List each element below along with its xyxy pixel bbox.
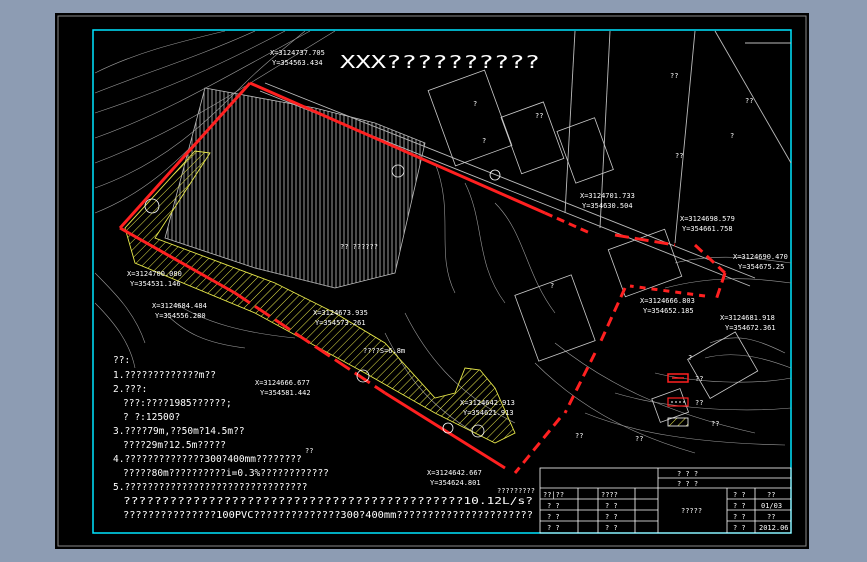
map-label: ?? (575, 432, 583, 440)
title-block-cell: ? ? (547, 524, 560, 532)
title-block-cell: ??|?? (543, 491, 564, 499)
note-line: ????29m?12.5m????? (123, 440, 226, 451)
title-block-cell: ? ? (547, 513, 560, 521)
site-plan-drawing: XXX?????????? X=3124737.705 Y=354563.434… (57, 15, 807, 547)
note-line: ???????????????100PVC??????????????300?4… (123, 510, 533, 521)
coord-y: Y=354661.758 (682, 225, 733, 233)
coord-y: Y=354581.442 (260, 389, 311, 397)
legend-label: ?? (711, 420, 719, 428)
park-label: ?? ?????? (340, 243, 378, 251)
title-block-cell: ? ? (733, 513, 746, 521)
coord-x: X=3124673.935 (313, 309, 368, 317)
coord-y: Y=354621.913 (463, 409, 514, 417)
note-line: 2.???: (113, 384, 147, 395)
coord-x: X=3124642.913 (460, 399, 515, 407)
note-line: ? ?:12500? (123, 412, 180, 423)
drawing-title: XXX?????????? (340, 52, 540, 73)
coord-y: Y=354563.434 (272, 59, 323, 67)
title-block-mid: ? ? ? (677, 480, 698, 488)
note-line: 4.??????????????300?400mm???????? (113, 454, 302, 465)
map-label: ?? (670, 72, 678, 80)
coord-x: X=3124684.484 (152, 302, 207, 310)
notes-header: ??: (113, 355, 130, 366)
note-line: ?????80m??????????i=0.3%???????????? (123, 468, 329, 479)
coord-x: X=3124666.803 (640, 297, 695, 305)
title-block-cell: ?? (767, 513, 775, 521)
title-block-cell: ? ? (733, 524, 746, 532)
title-block-center: ????? (681, 507, 702, 515)
coord-x: X=3124690.470 (733, 253, 788, 261)
legend-label: ? (688, 354, 692, 362)
corner-note: ????????? (497, 487, 535, 495)
coord-x: X=3124642.667 (427, 469, 482, 477)
coord-x: X=3124737.705 (270, 49, 325, 57)
coord-x: X=3124698.579 (680, 215, 735, 223)
legend-label: ?? (695, 375, 703, 383)
coord-y: Y=354672.361 (725, 324, 776, 332)
map-label: ?? (635, 435, 643, 443)
note-line: 3.????79m,??50m?14.5m?? (113, 426, 245, 437)
note-line: ????????????????????????????????????????… (123, 496, 533, 507)
legend-swatch-hatch (667, 417, 689, 427)
coord-y: Y=354531.146 (130, 280, 181, 288)
map-label: ?? (675, 152, 683, 160)
legend-label: ?? (695, 399, 703, 407)
coord-x: X=3124666.677 (255, 379, 310, 387)
title-block-cell: 2012.06 (759, 524, 789, 532)
drawing-sheet: XXX?????????? X=3124737.705 Y=354563.434… (55, 13, 809, 549)
map-label: ?? (745, 97, 753, 105)
title-block-cell: ?? (767, 491, 775, 499)
title-block (539, 467, 792, 534)
title-block-top: ? ? ? (677, 470, 698, 478)
map-label: ?? (305, 447, 313, 455)
map-label: ?? (535, 112, 543, 120)
area-label: ????S=6.8m (363, 347, 405, 355)
title-block-cell: ? ? (733, 502, 746, 510)
title-block-cell: ? ? (605, 513, 618, 521)
note-line: 5.???????????????????????????????? (113, 482, 307, 493)
map-label: ? (482, 137, 486, 145)
map-label: ? (473, 100, 477, 108)
coord-y: Y=354630.504 (582, 202, 633, 210)
title-block-cell: ? ? (733, 491, 746, 499)
coord-y: Y=354675.25 (738, 263, 784, 271)
coord-y: Y=354556.280 (155, 312, 206, 320)
coord-x: X=3124700.080 (127, 270, 182, 278)
coord-y: Y=354573.261 (315, 319, 366, 327)
coord-y: Y=354624.801 (430, 479, 481, 487)
title-block-cell: ? ? (605, 502, 618, 510)
title-block-cell: ? ? (547, 502, 560, 510)
coord-x: X=3124681.918 (720, 314, 775, 322)
title-block-cell: ? ? (605, 524, 618, 532)
note-line: ???:????1985??????; (123, 398, 232, 409)
coord-x: X=3124701.733 (580, 192, 635, 200)
map-label: ? (550, 282, 554, 290)
title-block-cell: ???? (601, 491, 618, 499)
title-block-cell: 01/03 (761, 502, 782, 510)
coord-y: Y=354652.185 (643, 307, 694, 315)
map-label: ? (730, 132, 734, 140)
note-line: 1.?????????????m?? (113, 370, 216, 381)
